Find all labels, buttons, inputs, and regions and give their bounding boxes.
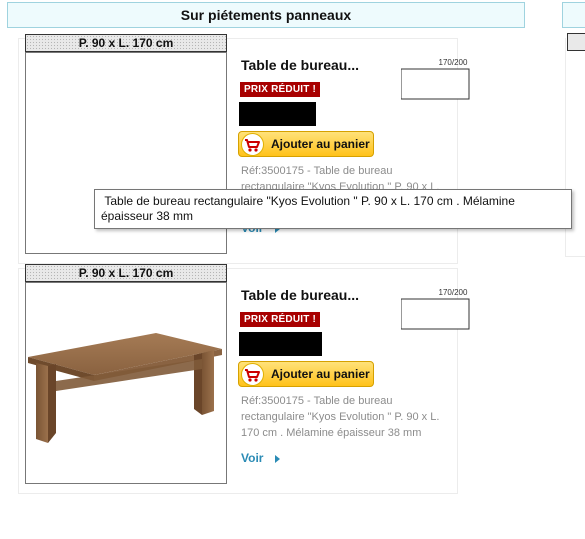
product-image[interactable] xyxy=(25,282,227,484)
voir-label: Voir xyxy=(241,451,264,465)
dimension-label: P. 90 x L. 170 cm xyxy=(25,264,227,282)
tooltip-text: Table de bureau rectangulaire "Kyos Evol… xyxy=(101,194,519,223)
add-to-cart-label: Ajouter au panier xyxy=(271,367,370,381)
price-redacted xyxy=(239,332,322,356)
product-tooltip: Table de bureau rectangulaire "Kyos Evol… xyxy=(94,189,572,229)
product-title[interactable]: Table de bureau... xyxy=(241,287,359,303)
discount-badge: PRIX RÉDUIT ! xyxy=(240,312,321,327)
shopping-cart-icon xyxy=(241,133,264,156)
product-reference: Réf:3500175 - Table de bureau rectangula… xyxy=(241,395,440,439)
dimension-diagram: 170/200 90 xyxy=(401,288,470,330)
product-card: P. 90 x L. 170 cm Table de bureau... PRI… xyxy=(18,34,470,264)
price-redacted xyxy=(239,102,316,126)
product-title[interactable]: Table de bureau... xyxy=(241,57,359,73)
discount-badge: PRIX RÉDUIT ! xyxy=(240,82,321,97)
shopping-cart-icon xyxy=(241,363,264,386)
add-to-cart-button[interactable]: Ajouter au panier xyxy=(238,361,374,387)
section-title: Sur piétements panneaux xyxy=(180,7,352,23)
add-to-cart-label: Ajouter au panier xyxy=(271,137,370,151)
product-card: P. 90 x L. 170 cm Table de bureau... PRI… xyxy=(18,264,470,494)
desk-photo-icon xyxy=(28,333,222,443)
diagram-width-label: 170/200 xyxy=(439,58,468,67)
dimension-label: P. 90 x L. 170 cm xyxy=(25,34,227,52)
add-to-cart-button[interactable]: Ajouter au panier xyxy=(238,131,374,157)
arrow-right-icon xyxy=(275,454,281,463)
voir-link[interactable]: Voir xyxy=(241,451,281,465)
section-header-next xyxy=(562,2,585,28)
diagram-width-label: 170/200 xyxy=(439,288,468,297)
dimension-diagram: 170/200 90 xyxy=(401,58,470,100)
section-header: Sur piétements panneaux xyxy=(7,2,525,28)
